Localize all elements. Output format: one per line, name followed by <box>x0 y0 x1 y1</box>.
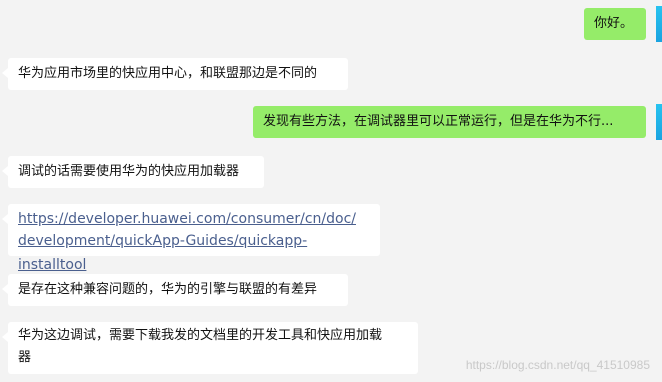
message-text: 发现有些方法，在调试器里可以正常运行，但是在华为不行... <box>263 114 614 129</box>
chat-bubble-other[interactable]: 华为这边调试，需要下载我发的文档里的开发工具和快应用加载 器 <box>2 322 418 374</box>
link-text[interactable]: development/quickApp-Guides/quickapp-ins… <box>18 229 370 277</box>
message-text: 调试的话需要使用华为的快应用加载器 <box>18 164 240 179</box>
message-text: 你好。 <box>594 16 634 31</box>
chat-bubble-self[interactable]: 发现有些方法，在调试器里可以正常运行，但是在华为不行... <box>253 106 646 138</box>
message-text: 华为应用市场里的快应用中心，和联盟那边是不同的 <box>18 66 318 81</box>
link-text[interactable]: https://developer.huawei.com/consumer/cn… <box>18 207 370 231</box>
watermark: https://blog.csdn.net/qq_41510985 <box>465 358 650 372</box>
message-text: 华为这边调试，需要下载我发的文档里的开发工具和快应用加载 <box>18 328 383 343</box>
chat-bubble-other[interactable]: 是存在这种兼容问题的，华为的引擎与联盟的有差异 <box>2 274 348 306</box>
message-text: 是存在这种兼容问题的，华为的引擎与联盟的有差异 <box>18 282 318 297</box>
avatar[interactable] <box>656 104 662 140</box>
message-text: 器 <box>18 350 32 365</box>
chat-bubble-other[interactable]: 华为应用市场里的快应用中心，和联盟那边是不同的 <box>2 58 348 90</box>
chat-bubble-other[interactable]: 调试的话需要使用华为的快应用加载器 <box>2 156 264 188</box>
chat-bubble-self[interactable]: 你好。 <box>584 8 646 40</box>
chat-bubble-other[interactable]: https://developer.huawei.com/consumer/cn… <box>2 204 380 273</box>
avatar[interactable] <box>656 6 662 42</box>
chat-window: 你好。 华为应用市场里的快应用中心，和联盟那边是不同的 发现有些方法，在调试器里… <box>0 0 662 382</box>
